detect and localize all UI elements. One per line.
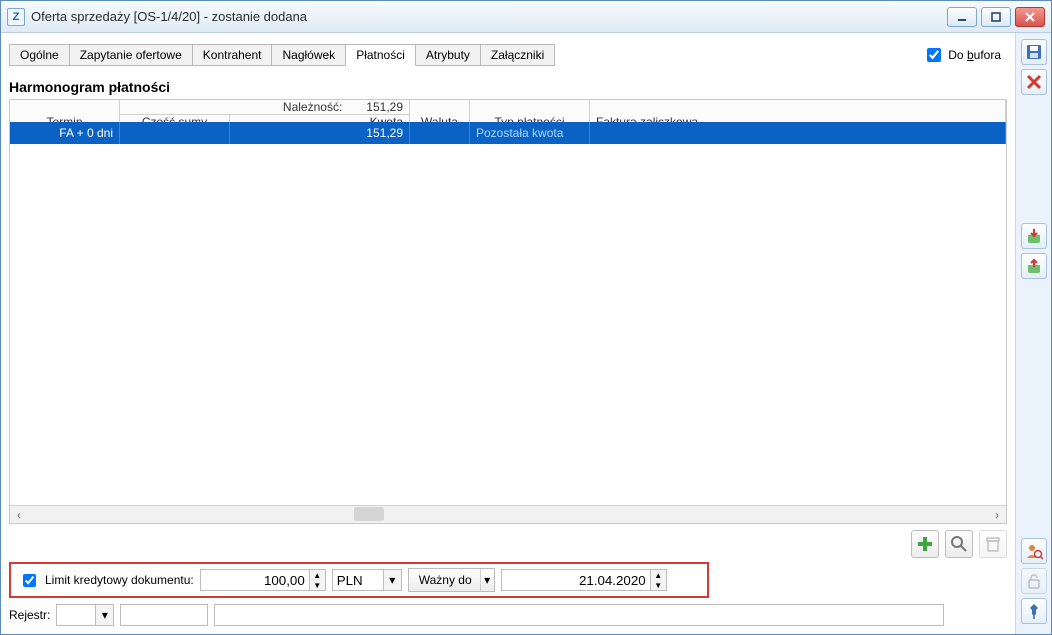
grid-body[interactable]: FA + 0 dni 151,29 Pozostała kwota — [10, 122, 1006, 505]
tab-naglowek[interactable]: Nagłówek — [271, 44, 346, 66]
save-button[interactable] — [1021, 39, 1047, 65]
tab-zapytanie[interactable]: Zapytanie ofertowe — [69, 44, 193, 66]
register-label: Rejestr: — [9, 608, 50, 622]
window-title: Oferta sprzedaży [OS-1/4/20] - zostanie … — [31, 9, 947, 24]
tab-kontrahent[interactable]: Kontrahent — [192, 44, 273, 66]
register-display-2 — [214, 604, 944, 626]
tab-platnosci[interactable]: Płatności — [345, 44, 416, 66]
do-bufora-label: Do bufora — [948, 48, 1001, 62]
maximize-icon — [990, 11, 1002, 23]
table-row[interactable]: FA + 0 dni 151,29 Pozostała kwota — [10, 122, 1006, 144]
spin-down-icon[interactable]: ▼ — [651, 580, 666, 590]
close-button[interactable] — [1015, 7, 1045, 27]
plus-icon — [916, 535, 934, 553]
naleznosc-label: Należność: — [283, 100, 342, 114]
cell-kwota: 151,29 — [230, 122, 410, 144]
save-icon — [1025, 43, 1043, 61]
currency-input[interactable] — [332, 569, 384, 591]
lock-open-icon — [1025, 572, 1043, 590]
payments-grid: Termin Należność: 151,29 Część sumy Kwot — [9, 99, 1007, 524]
chevron-down-icon[interactable]: ▾ — [96, 604, 114, 626]
scroll-track[interactable] — [28, 506, 988, 523]
grid-toolbar — [9, 530, 1007, 558]
pin-button[interactable] — [1021, 598, 1047, 624]
import-icon — [1025, 227, 1043, 245]
header-naleznosc: Należność: 151,29 — [120, 100, 410, 115]
tab-atrybuty[interactable]: Atrybuty — [415, 44, 481, 66]
chevron-down-icon[interactable]: ▾ — [384, 569, 402, 591]
limit-kredytowy-panel: Limit kredytowy dokumentu: ▲▼ ▾ Ważny do… — [9, 562, 709, 598]
scroll-right-icon[interactable]: › — [988, 506, 1006, 523]
section-title: Harmonogram płatności — [9, 79, 1007, 95]
add-button[interactable] — [911, 530, 939, 558]
valid-date-input[interactable] — [501, 569, 651, 591]
wazny-do-button[interactable]: Ważny do ▾ — [408, 568, 495, 592]
valid-date-spinner[interactable]: ▲▼ — [501, 569, 667, 591]
register-input[interactable] — [56, 604, 96, 626]
search-button[interactable] — [945, 530, 973, 558]
pin-icon — [1025, 602, 1043, 620]
limit-checkbox[interactable] — [23, 574, 36, 587]
chevron-down-icon[interactable]: ▾ — [480, 569, 494, 591]
magnifier-icon — [950, 535, 968, 553]
grid-header: Termin Należność: 151,29 Część sumy Kwot — [10, 100, 1006, 122]
maximize-button[interactable] — [981, 7, 1011, 27]
app-icon: Z — [7, 8, 25, 26]
cell-waluta — [410, 122, 470, 144]
currency-combo[interactable]: ▾ — [332, 569, 402, 591]
spin-buttons[interactable]: ▲▼ — [310, 569, 326, 591]
do-bufora-input[interactable] — [927, 48, 941, 62]
cell-czesc — [120, 122, 230, 144]
cell-termin: FA + 0 dni — [10, 122, 120, 144]
export-button[interactable] — [1021, 253, 1047, 279]
window-frame: Z Oferta sprzedaży [OS-1/4/20] - zostani… — [0, 0, 1052, 635]
trash-button — [979, 530, 1007, 558]
do-bufora-checkbox[interactable]: Do bufora — [923, 45, 1007, 65]
close-icon — [1024, 11, 1036, 23]
tab-row: Ogólne Zapytanie ofertowe Kontrahent Nag… — [9, 41, 1007, 69]
limit-label: Limit kredytowy dokumentu: — [45, 573, 194, 587]
minimize-icon — [956, 11, 968, 23]
spin-up-icon[interactable]: ▲ — [651, 570, 666, 580]
export-icon — [1025, 257, 1043, 275]
tab-ogolne[interactable]: Ogólne — [9, 44, 70, 66]
user-detail-icon — [1025, 542, 1043, 560]
spin-buttons[interactable]: ▲▼ — [651, 569, 667, 591]
horizontal-scrollbar[interactable]: ‹ › — [10, 505, 1006, 523]
wazny-do-label: Ważny do — [419, 573, 472, 587]
window-body: Ogólne Zapytanie ofertowe Kontrahent Nag… — [1, 33, 1051, 634]
cell-typ: Pozostała kwota — [470, 122, 590, 144]
cell-faktura — [590, 122, 1006, 144]
spin-up-icon[interactable]: ▲ — [310, 570, 325, 580]
delete-button[interactable] — [1021, 69, 1047, 95]
register-combo[interactable]: ▾ — [56, 604, 114, 626]
scroll-left-icon[interactable]: ‹ — [10, 506, 28, 523]
register-row: Rejestr: ▾ — [9, 604, 1007, 626]
titlebar: Z Oferta sprzedaży [OS-1/4/20] - zostani… — [1, 1, 1051, 33]
lock-button — [1021, 568, 1047, 594]
limit-amount-spinner[interactable]: ▲▼ — [200, 569, 326, 591]
limit-amount-input[interactable] — [200, 569, 310, 591]
right-sidebar — [1015, 33, 1051, 634]
minimize-button[interactable] — [947, 7, 977, 27]
scroll-thumb[interactable] — [354, 507, 384, 521]
main-area: Ogólne Zapytanie ofertowe Kontrahent Nag… — [1, 33, 1015, 634]
spin-down-icon[interactable]: ▼ — [310, 580, 325, 590]
tab-zalaczniki[interactable]: Załączniki — [480, 44, 555, 66]
delete-icon — [1025, 73, 1043, 91]
import-button[interactable] — [1021, 223, 1047, 249]
window-buttons — [947, 7, 1051, 27]
naleznosc-value: 151,29 — [366, 100, 403, 114]
trash-icon — [984, 535, 1002, 553]
user-detail-button[interactable] — [1021, 538, 1047, 564]
register-display-1 — [120, 604, 208, 626]
